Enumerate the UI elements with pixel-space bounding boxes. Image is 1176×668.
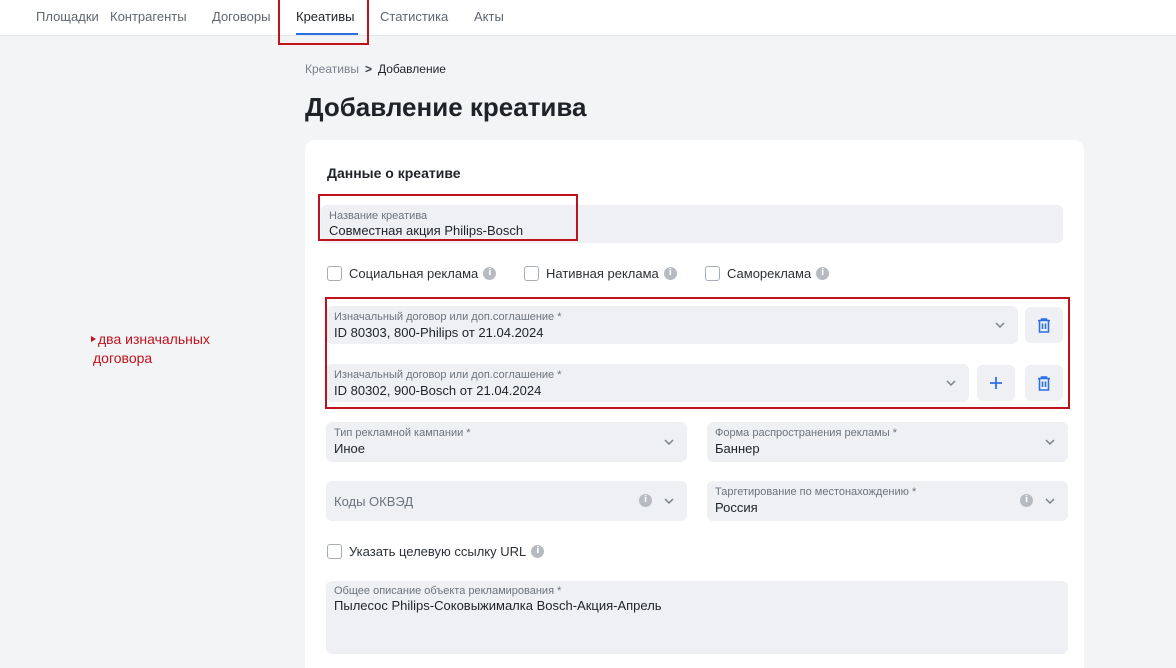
description-value: Пылесос Philips-Соковыжималка Bosch-Акци…: [334, 598, 662, 613]
page-title: Добавление креатива: [305, 92, 587, 122]
okved-placeholder: Коды ОКВЭД: [334, 494, 414, 509]
checkbox-icon[interactable]: [327, 266, 342, 282]
checkbox-social-ad-label: Социальная реклама: [349, 266, 479, 282]
checkbox-target-url-label: Указать целевую ссылку URL: [349, 544, 527, 560]
campaign-type-label: Тип рекламной кампании *: [334, 427, 471, 439]
section-title: Данные о креативе: [327, 165, 461, 181]
info-icon[interactable]: i: [483, 267, 497, 281]
contract-2-value: ID 80302, 900-Bosch от 21.04.2024: [334, 383, 542, 398]
nav-item-platforms[interactable]: Площадки: [36, 9, 99, 24]
nav-item-contracts[interactable]: Договоры: [212, 9, 270, 24]
checkbox-target-url[interactable]: Указать целевую ссылку URL i: [327, 543, 545, 560]
creative-name-label: Название креатива: [329, 210, 428, 222]
distribution-form-value: Баннер: [715, 441, 760, 456]
contract-1-label: Изначальный договор или доп.соглашение *: [334, 311, 562, 323]
distribution-form-select[interactable]: Форма распространения рекламы * Баннер: [707, 422, 1068, 462]
contract-2-label: Изначальный договор или доп.соглашение *: [334, 369, 562, 381]
chevron-down-icon[interactable]: [993, 318, 1007, 332]
description-label: Общее описание объекта рекламирования *: [334, 585, 562, 597]
delete-contract-2-button[interactable]: [1025, 365, 1063, 401]
info-icon[interactable]: i: [531, 545, 545, 559]
geo-targeting-value: Россия: [715, 500, 758, 515]
nav-item-counterparties[interactable]: Контрагенты: [110, 9, 187, 24]
active-tab-indicator: [296, 33, 358, 35]
checkbox-self-ad-label: Самореклама: [727, 266, 812, 282]
creative-name-field[interactable]: Название креатива Совместная акция Phili…: [321, 205, 1063, 243]
checkbox-icon[interactable]: [524, 266, 539, 282]
info-icon[interactable]: i: [639, 494, 652, 507]
arrow-bullet-icon: [91, 336, 96, 342]
plus-icon: [990, 377, 1002, 389]
breadcrumb-separator: >: [364, 62, 372, 76]
add-contract-button[interactable]: [977, 365, 1015, 401]
distribution-form-label: Форма распространения рекламы *: [715, 427, 897, 439]
checkbox-social-ad[interactable]: Социальная реклама i: [327, 265, 497, 282]
geo-targeting-label: Таргетирование по местонахождению *: [715, 486, 917, 498]
chevron-down-icon[interactable]: [662, 494, 676, 508]
breadcrumb: Креативы > Добавление: [305, 62, 446, 76]
annotation-line-2: договора: [93, 350, 153, 366]
top-navigation: Площадки Контрагенты Договоры Креативы С…: [0, 0, 1176, 36]
checkbox-icon[interactable]: [327, 544, 342, 560]
nav-item-acts[interactable]: Акты: [474, 9, 504, 24]
trash-icon: [1038, 375, 1050, 391]
chevron-down-icon[interactable]: [1043, 435, 1057, 449]
chevron-down-icon[interactable]: [1043, 494, 1057, 508]
annotation-note: два изначальных договора: [91, 330, 210, 368]
okved-select[interactable]: Коды ОКВЭД i: [326, 481, 687, 521]
info-icon[interactable]: i: [1020, 494, 1033, 507]
breadcrumb-parent[interactable]: Креативы: [305, 62, 359, 76]
creative-form-card: Данные о креативе Название креатива Совм…: [305, 140, 1084, 668]
info-icon[interactable]: i: [663, 267, 677, 281]
checkbox-native-ad[interactable]: Нативная реклама i: [524, 265, 677, 282]
checkbox-icon[interactable]: [705, 266, 720, 282]
info-icon[interactable]: i: [816, 267, 830, 281]
description-textarea[interactable]: Общее описание объекта рекламирования * …: [326, 581, 1068, 654]
contract-1-value: ID 80303, 800-Philips от 21.04.2024: [334, 325, 544, 340]
checkbox-native-ad-label: Нативная реклама: [546, 266, 659, 282]
checkbox-self-ad[interactable]: Самореклама i: [705, 265, 830, 282]
chevron-down-icon[interactable]: [944, 376, 958, 390]
trash-icon: [1038, 317, 1050, 333]
chevron-down-icon[interactable]: [662, 435, 676, 449]
creative-name-value: Совместная акция Philips-Bosch: [329, 223, 524, 238]
contract-select-1[interactable]: Изначальный договор или доп.соглашение *…: [326, 306, 1018, 344]
annotation-line-1: два изначальных: [98, 331, 210, 347]
contract-select-2[interactable]: Изначальный договор или доп.соглашение *…: [326, 364, 969, 402]
nav-item-statistics[interactable]: Статистика: [380, 9, 448, 24]
breadcrumb-current: Добавление: [377, 62, 446, 76]
campaign-type-value: Иное: [334, 441, 365, 456]
nav-item-creatives[interactable]: Креативы: [296, 9, 354, 24]
campaign-type-select[interactable]: Тип рекламной кампании * Иное: [326, 422, 687, 462]
geo-targeting-select[interactable]: Таргетирование по местонахождению * Росс…: [707, 481, 1068, 521]
delete-contract-1-button[interactable]: [1025, 307, 1063, 343]
